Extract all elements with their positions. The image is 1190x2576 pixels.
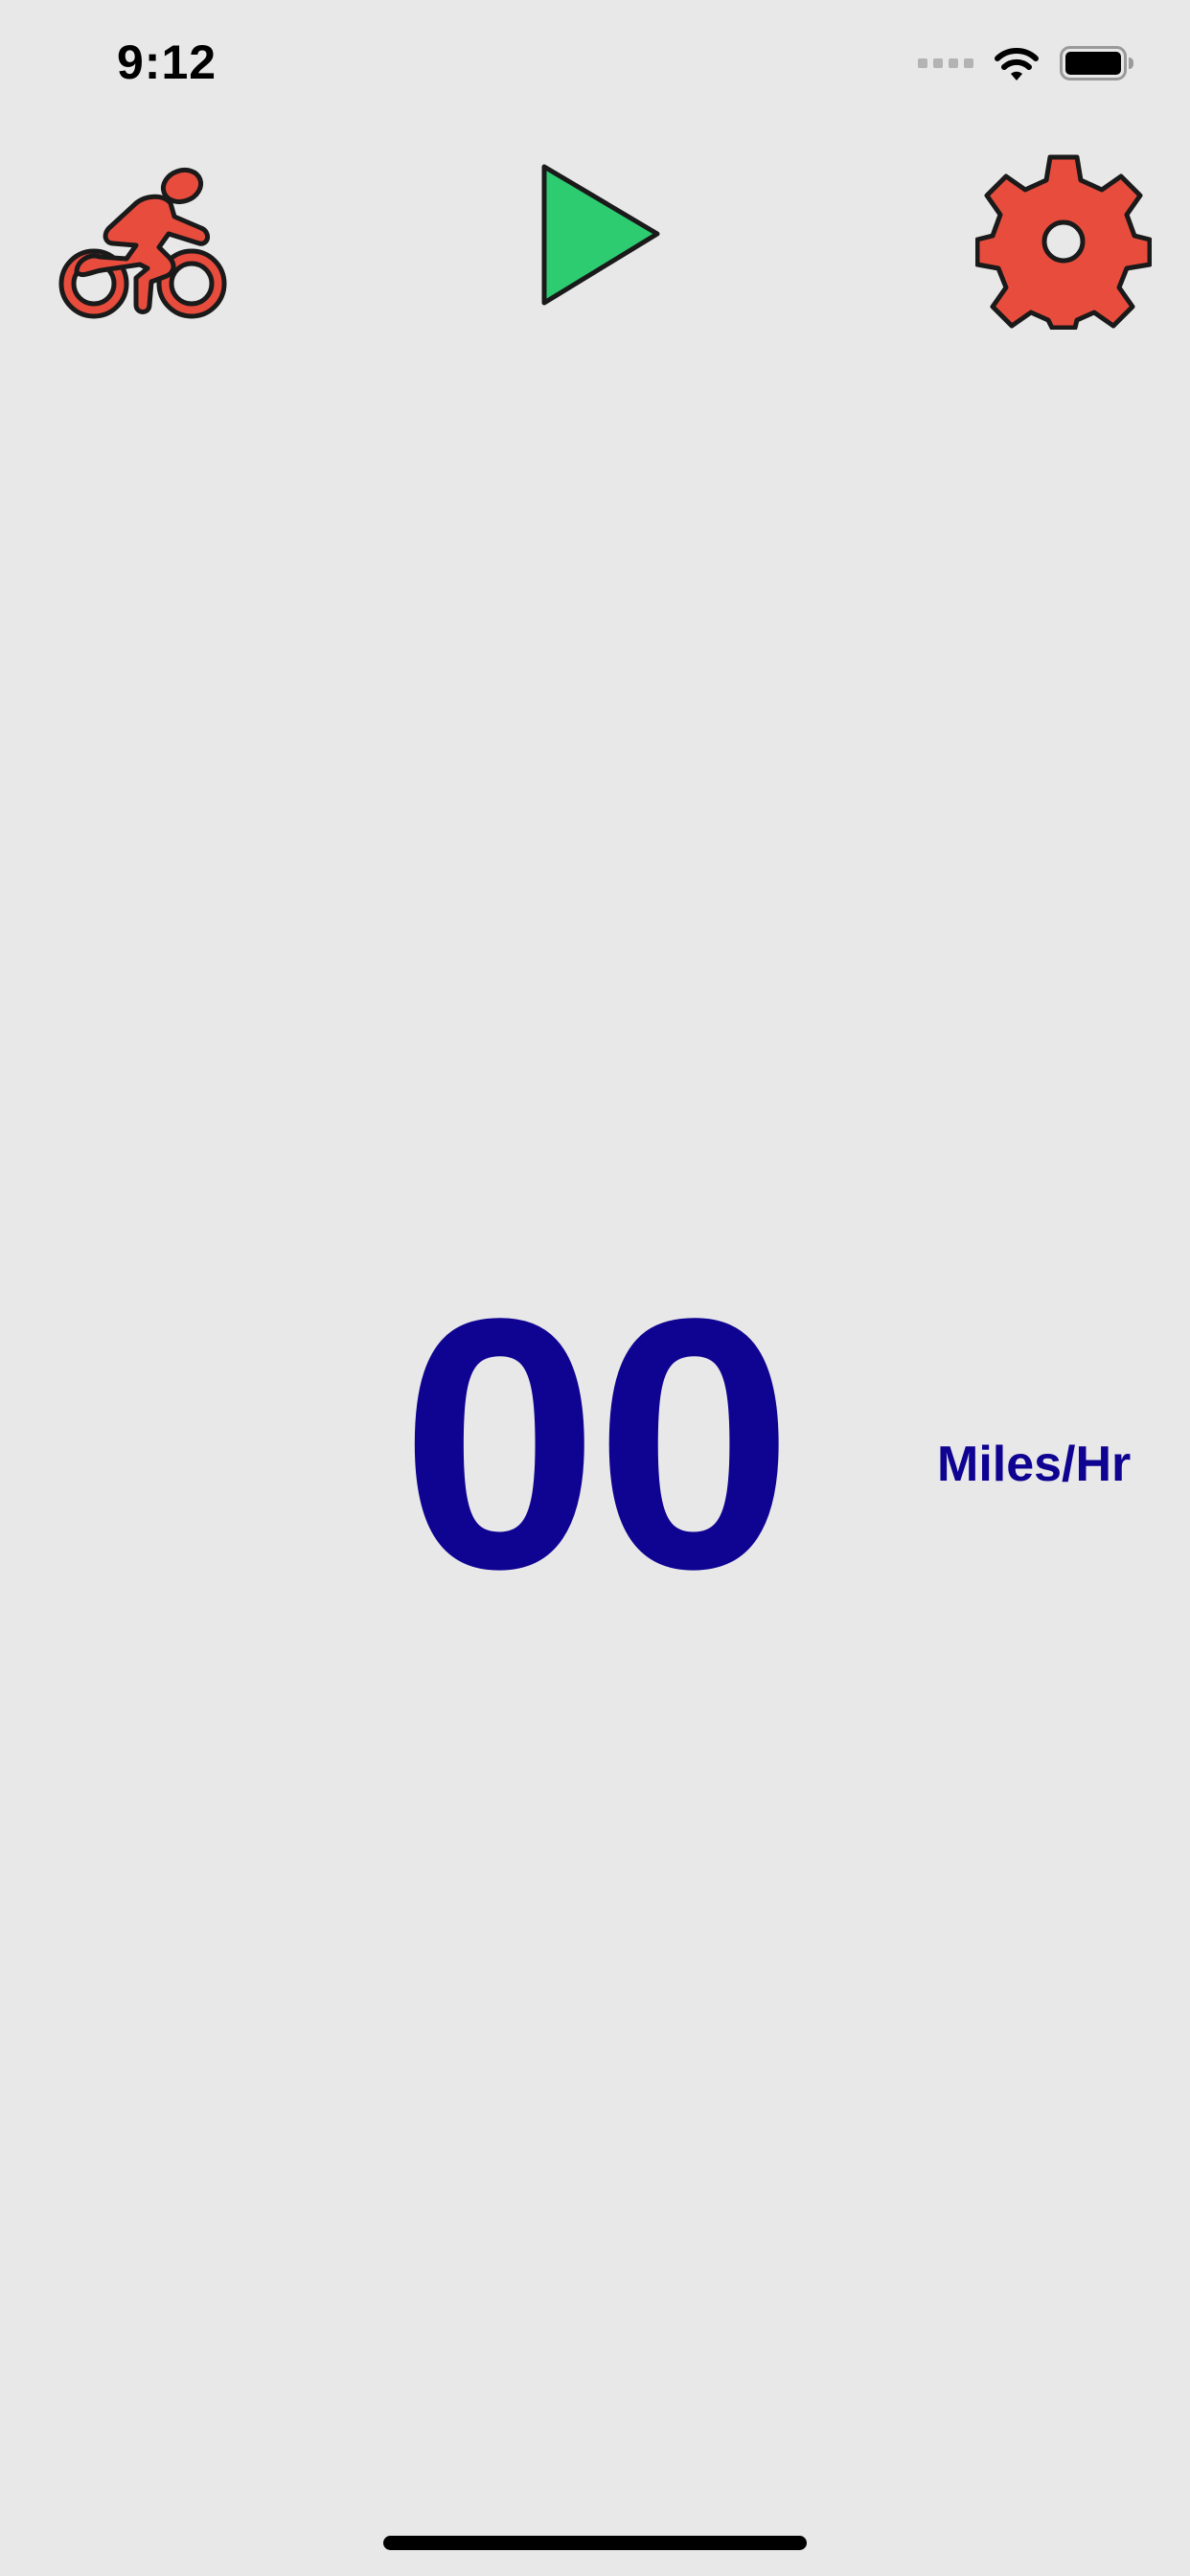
wifi-icon: [995, 48, 1039, 80]
speed-unit-label: Miles/Hr: [937, 1437, 1132, 1492]
status-icons: [918, 42, 1134, 84]
status-bar: 9:12: [0, 0, 1190, 125]
home-indicator[interactable]: [383, 2536, 807, 2550]
battery-icon: [1060, 46, 1133, 80]
cellular-signal-icon: [918, 58, 973, 68]
bicycle-rider-icon: [58, 167, 227, 319]
gear-icon: [975, 154, 1152, 330]
bike-button[interactable]: [56, 165, 230, 322]
settings-button[interactable]: [975, 150, 1152, 330]
play-icon: [541, 164, 660, 306]
toolbar: [0, 144, 1190, 335]
status-time: 9:12: [117, 35, 217, 89]
play-button[interactable]: [537, 161, 665, 309]
